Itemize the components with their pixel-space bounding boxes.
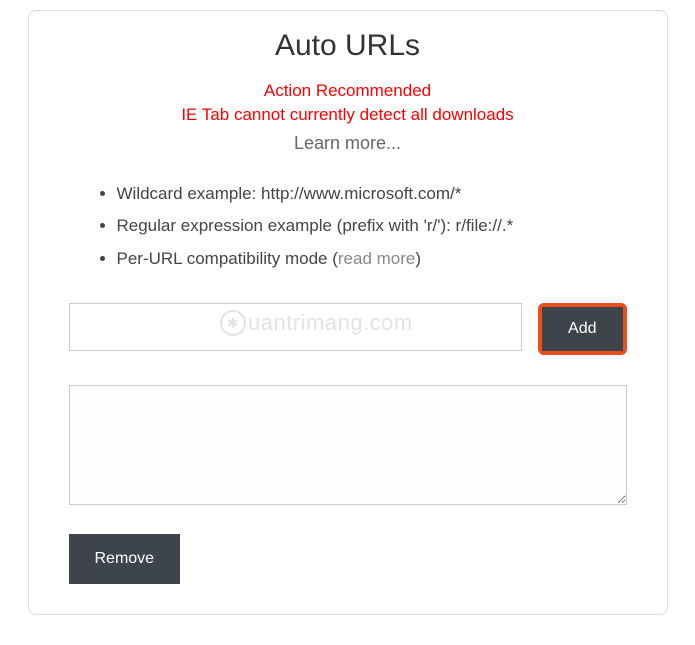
learn-more-link[interactable]: Learn more... [69, 133, 627, 154]
examples-list: Wildcard example: http://www.microsoft.c… [69, 178, 627, 275]
auto-urls-panel: Auto URLs Action Recommended IE Tab cann… [28, 10, 668, 615]
remove-button[interactable]: Remove [69, 534, 181, 584]
example-wildcard: Wildcard example: http://www.microsoft.c… [117, 178, 627, 210]
url-input[interactable] [69, 303, 523, 351]
example-perurl: Per-URL compatibility mode (read more) [117, 243, 627, 275]
add-button[interactable]: Add [542, 307, 622, 351]
url-list-textarea[interactable] [69, 385, 627, 505]
example-regex: Regular expression example (prefix with … [117, 210, 627, 242]
panel-title: Auto URLs [69, 29, 627, 63]
add-button-highlight: Add [538, 303, 626, 355]
add-url-row: Add [69, 303, 627, 355]
warning-message: IE Tab cannot currently detect all downl… [69, 105, 627, 125]
warning-title: Action Recommended [69, 81, 627, 101]
read-more-link[interactable]: read more [338, 249, 415, 268]
